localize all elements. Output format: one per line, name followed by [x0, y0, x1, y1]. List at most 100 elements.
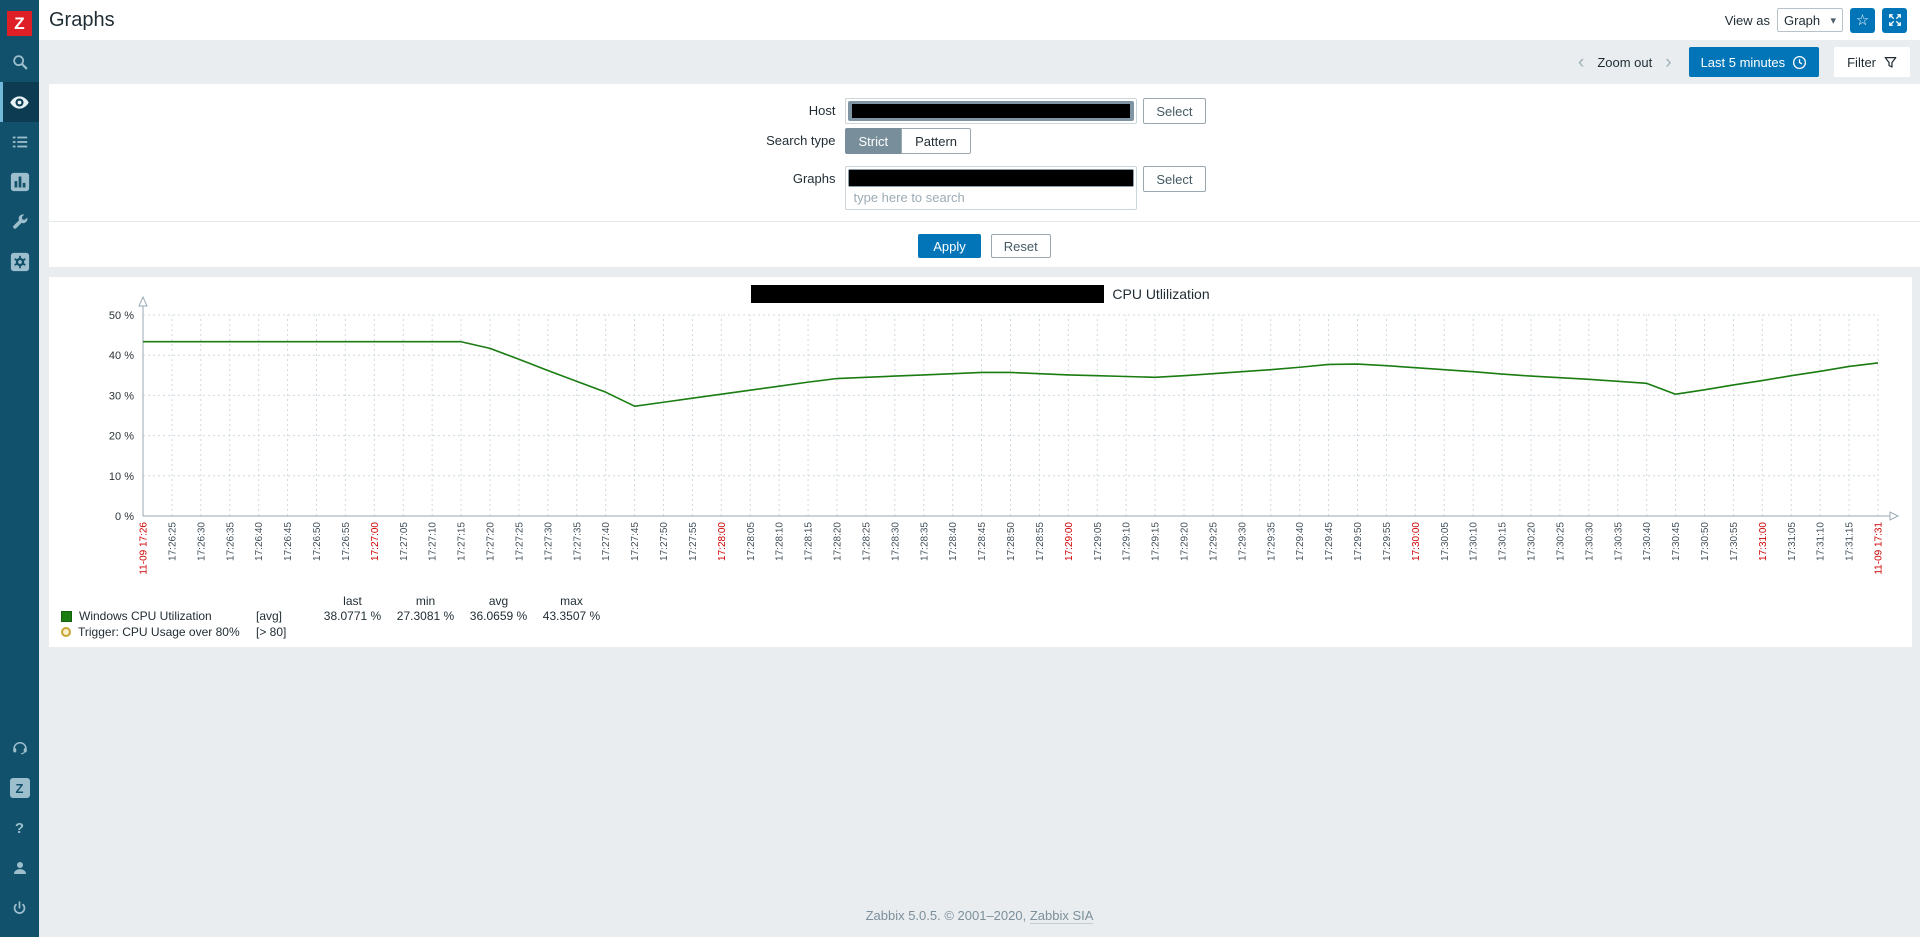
svg-text:17:28:30: 17:28:30	[890, 522, 901, 561]
graphs-field[interactable]	[844, 166, 1138, 210]
svg-text:17:28:20: 17:28:20	[833, 522, 844, 561]
svg-text:40 %: 40 %	[109, 350, 134, 362]
page-title: Graphs	[49, 8, 115, 31]
host-row: Host Select	[764, 98, 1206, 124]
sidebar-item-support[interactable]	[0, 728, 39, 768]
sidebar-item-configuration[interactable]	[0, 202, 39, 242]
svg-text:17:29:35: 17:29:35	[1266, 522, 1277, 561]
search-type-strict-button[interactable]: Strict	[844, 128, 902, 154]
svg-text:17:27:35: 17:27:35	[572, 522, 583, 561]
svg-text:11-09 17:26: 11-09 17:26	[139, 522, 150, 575]
legend-series-row: Windows CPU Utilization [avg] 38.0771 % …	[61, 608, 608, 624]
svg-text:17:30:45: 17:30:45	[1671, 522, 1682, 561]
sidebar-item-user-profile[interactable]	[0, 848, 39, 888]
graphs-search-input[interactable]	[847, 188, 1135, 206]
svg-text:17:31:00: 17:31:00	[1758, 522, 1769, 561]
svg-text:17:30:05: 17:30:05	[1440, 522, 1451, 561]
user-icon	[13, 862, 26, 874]
svg-text:17:29:30: 17:29:30	[1237, 522, 1248, 561]
svg-text:17:26:25: 17:26:25	[167, 522, 178, 561]
graphs-row: Graphs Select	[764, 166, 1206, 210]
svg-text:17:31:15: 17:31:15	[1845, 522, 1856, 561]
series-name: Windows CPU Utilization	[79, 609, 212, 623]
time-shift-back-button[interactable]: ‹	[1574, 53, 1588, 72]
sidebar-bottom: Z ?	[0, 728, 39, 928]
svg-text:17:29:55: 17:29:55	[1382, 522, 1393, 561]
page-footer: Zabbix 5.0.5. © 2001–2020, Zabbix SIA	[39, 908, 1920, 924]
kiosk-mode-button[interactable]	[1882, 7, 1907, 33]
graph-widget: CPU Utlilization 0 % 10 % 20 % 30 % 40 % 50 %…	[49, 277, 1912, 647]
favourite-button[interactable]: ☆	[1850, 7, 1875, 33]
svg-text:17:26:40: 17:26:40	[254, 522, 265, 561]
svg-text:17:29:25: 17:29:25	[1208, 522, 1219, 561]
svg-text:17:31:05: 17:31:05	[1787, 522, 1798, 561]
eye-icon	[10, 95, 29, 109]
graphs-chip[interactable]	[847, 169, 1135, 187]
series-avg-value: 36.0659 %	[469, 609, 528, 623]
search-type-label: Search type	[766, 133, 836, 148]
svg-text:17:29:15: 17:29:15	[1151, 522, 1162, 561]
series-last-value: 38.0771 %	[323, 609, 382, 623]
svg-text:17:31:10: 17:31:10	[1816, 522, 1827, 561]
sidebar-item-share[interactable]: Z	[0, 768, 39, 808]
series-min-value: 27.3081 %	[396, 609, 455, 623]
legend-header-row: last min avg max	[61, 594, 608, 608]
footer-version-text: Zabbix 5.0.5. © 2001–2020,	[865, 908, 1030, 923]
view-as-select[interactable]: Graph ▾	[1777, 8, 1843, 32]
cpu-graph-svg[interactable]: 0 % 10 % 20 % 30 % 40 % 50 % 11-09 17:26 17:26:…	[49, 296, 1912, 596]
sidebar-item-signout[interactable]	[0, 888, 39, 928]
svg-text:17:29:20: 17:29:20	[1180, 522, 1191, 561]
svg-text:17:30:35: 17:30:35	[1613, 522, 1624, 561]
svg-text:17:26:50: 17:26:50	[312, 522, 323, 561]
view-as-value: Graph	[1784, 12, 1821, 28]
time-range-tab[interactable]: Last 5 minutes	[1688, 47, 1820, 77]
svg-text:17:29:40: 17:29:40	[1295, 522, 1306, 561]
svg-text:17:29:45: 17:29:45	[1324, 522, 1335, 561]
sidebar-item-monitoring[interactable]	[0, 82, 39, 122]
search-type-pattern-button[interactable]: Pattern	[901, 128, 972, 154]
headphones-icon	[12, 742, 27, 755]
legend-header-min: min	[415, 594, 436, 608]
series-color-swatch	[61, 610, 72, 622]
search-icon	[12, 55, 27, 70]
filter-tab[interactable]: Filter	[1834, 47, 1910, 77]
host-chip[interactable]	[847, 101, 1135, 121]
apply-button[interactable]: Apply	[918, 234, 981, 258]
host-field[interactable]	[844, 98, 1138, 124]
graph-legend: last min avg max Windows CPU Utilization…	[61, 594, 608, 640]
wrench-icon	[12, 214, 27, 229]
page-header: Graphs View as Graph ▾ ☆	[39, 0, 1920, 40]
sidebar-item-reports[interactable]	[0, 162, 39, 202]
svg-text:17:28:00: 17:28:00	[717, 522, 728, 561]
svg-text:17:27:00: 17:27:00	[370, 522, 381, 561]
svg-text:17:30:55: 17:30:55	[1729, 522, 1740, 561]
view-as-label: View as	[1724, 12, 1770, 28]
trigger-color-swatch	[61, 627, 71, 637]
graphs-label: Graphs	[792, 171, 836, 186]
sidebar: Z Z ?	[0, 0, 39, 937]
search-type-toggle: Strict Pattern	[844, 128, 972, 154]
svg-text:17:26:30: 17:26:30	[196, 522, 207, 561]
fullscreen-icon	[1888, 14, 1901, 26]
sidebar-item-search[interactable]	[0, 42, 39, 82]
svg-text:17:27:40: 17:27:40	[601, 522, 612, 561]
graphs-select-button[interactable]: Select	[1143, 166, 1206, 192]
time-shift-forward-button[interactable]: ›	[1661, 53, 1675, 72]
sidebar-item-inventory[interactable]	[0, 122, 39, 162]
sidebar-item-administration[interactable]	[0, 242, 39, 282]
sidebar-item-help[interactable]: ?	[0, 808, 39, 848]
list-icon	[12, 136, 27, 148]
svg-text:17:30:00: 17:30:00	[1411, 522, 1422, 561]
zabbix-logo[interactable]: Z	[7, 11, 32, 36]
chevron-right-icon: ›	[1665, 51, 1672, 73]
filter-panel: Host Select Search type Strict Pattern G…	[49, 84, 1920, 267]
filter-funnel-icon	[1884, 56, 1897, 68]
help-icon: ?	[14, 819, 25, 837]
host-select-button[interactable]: Select	[1143, 98, 1206, 124]
legend-trigger-row: Trigger: CPU Usage over 80% [> 80]	[61, 624, 608, 640]
svg-text:17:28:40: 17:28:40	[948, 522, 959, 561]
zoom-out-button[interactable]: Zoom out	[1597, 55, 1652, 70]
svg-text:17:30:15: 17:30:15	[1498, 522, 1509, 561]
reset-button[interactable]: Reset	[990, 234, 1051, 258]
footer-zabbix-sia-link[interactable]: Zabbix SIA	[1029, 908, 1094, 924]
